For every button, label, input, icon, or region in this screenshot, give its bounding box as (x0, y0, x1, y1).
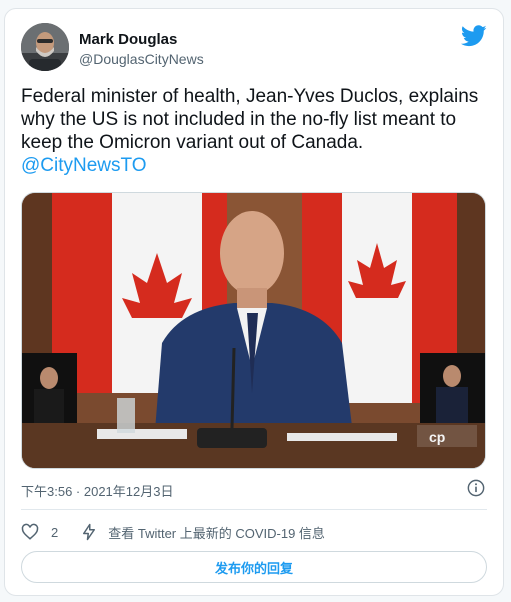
tweet-text: Federal minister of health, Jean-Yves Du… (21, 85, 489, 177)
like-button[interactable]: 2 (21, 523, 58, 541)
twitter-bird-icon[interactable] (461, 25, 487, 47)
reply-button[interactable]: 发布你的回复 (21, 551, 487, 583)
author-name[interactable]: Mark Douglas (79, 31, 177, 48)
covid-info-label: 查看 Twitter 上最新的 COVID-19 信息 (108, 525, 325, 541)
heart-icon (21, 523, 39, 540)
info-icon[interactable] (467, 479, 485, 497)
lightning-icon (83, 523, 96, 541)
avatar-image (21, 23, 69, 71)
tweet-card: Mark Douglas @DouglasCityNews Federal mi… (4, 8, 504, 596)
avatar[interactable] (21, 23, 69, 71)
mention-link[interactable]: @CityNewsTO (21, 154, 489, 177)
tweet-timestamp[interactable]: 下午3:56 · 2021年12月3日 (21, 481, 173, 500)
tweet-body: Federal minister of health, Jean-Yves Du… (21, 86, 479, 153)
covid-info-link[interactable]: 查看 Twitter 上最新的 COVID-19 信息 (80, 523, 325, 542)
author-handle[interactable]: @DouglasCityNews (79, 51, 204, 67)
like-count: 2 (51, 524, 59, 540)
action-bar: 2 查看 Twitter 上最新的 COVID-19 信息 (21, 520, 325, 544)
video-still (22, 193, 485, 468)
tweet-video[interactable]: cp (21, 192, 486, 469)
video-watermark: cp (429, 429, 446, 445)
divider (21, 509, 487, 510)
